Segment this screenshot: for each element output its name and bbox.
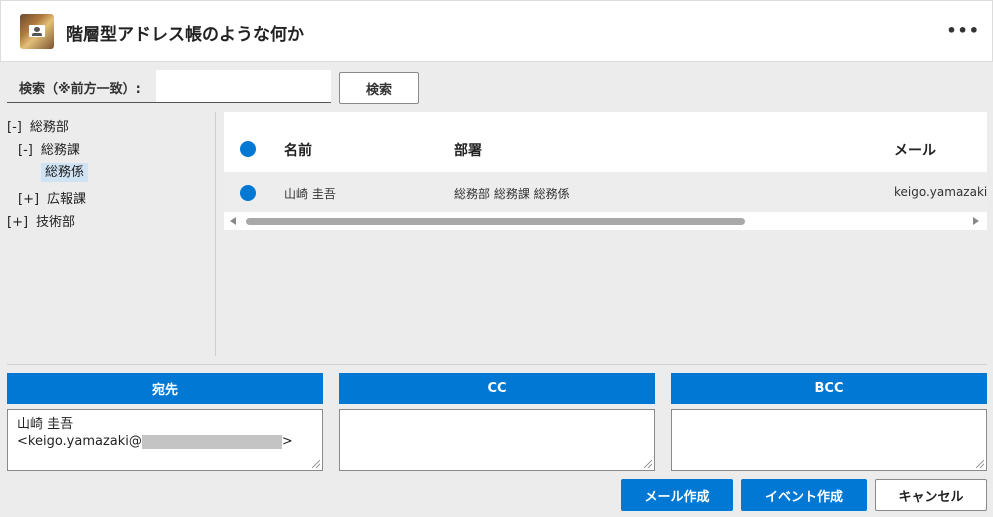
bcc-recipients-field[interactable] bbox=[671, 409, 987, 471]
create-event-button[interactable]: イベント作成 bbox=[741, 479, 867, 511]
resize-handle-icon[interactable] bbox=[644, 460, 652, 468]
tree-node-label: 総務課 bbox=[40, 143, 80, 158]
add-to-button[interactable]: 宛先 bbox=[7, 373, 323, 404]
tree-node-label: 総務部 bbox=[29, 120, 69, 135]
cell-name: 山崎 圭吾 bbox=[284, 187, 336, 201]
expand-toggle[interactable]: [+] bbox=[18, 192, 39, 207]
cancel-button[interactable]: キャンセル bbox=[875, 479, 987, 511]
scrollbar-thumb[interactable] bbox=[246, 218, 745, 225]
column-header-department[interactable]: 部署 bbox=[454, 140, 482, 160]
add-cc-button[interactable]: CC bbox=[339, 373, 655, 404]
create-mail-button[interactable]: メール作成 bbox=[621, 479, 733, 511]
app-title: 階層型アドレス帳のような何か bbox=[66, 25, 304, 45]
tree-node-label: 技術部 bbox=[36, 215, 76, 230]
to-recipients-field[interactable]: 山崎 圭吾 <keigo.yamazaki@ > bbox=[7, 409, 323, 471]
collapse-toggle[interactable]: [-] bbox=[18, 143, 33, 158]
tree-node-label: 広報課 bbox=[47, 192, 87, 207]
email-prefix: <keigo.yamazaki@ bbox=[17, 434, 142, 449]
table-row[interactable]: 山崎 圭吾 総務部 総務課 総務係 keigo.yamazaki@ bbox=[224, 172, 987, 212]
search-button[interactable]: 検索 bbox=[339, 72, 419, 104]
pane-divider bbox=[215, 112, 216, 356]
cell-department: 総務部 総務課 総務係 bbox=[454, 187, 570, 201]
to-recipient-name: 山崎 圭吾 bbox=[17, 417, 74, 432]
cell-email: keigo.yamazaki@ bbox=[894, 185, 987, 199]
search-input[interactable] bbox=[156, 70, 331, 102]
column-header-email[interactable]: メール bbox=[894, 140, 936, 160]
tree-node-gijutsu-bu[interactable]: [+] 技術部 bbox=[7, 211, 75, 230]
grid-header: 名前 部署 メール bbox=[224, 112, 987, 172]
redacted-domain bbox=[141, 434, 282, 449]
tree-node-soumu-bu[interactable]: [-] 総務部 bbox=[7, 116, 69, 135]
to-recipient-email: <keigo.yamazaki@ > bbox=[17, 433, 313, 450]
resize-handle-icon[interactable] bbox=[976, 460, 984, 468]
expand-toggle[interactable]: [+] bbox=[7, 215, 28, 230]
org-tree: [-] 総務部 [-] 総務課 総務係 [+] 広報課 [+] 技術部 bbox=[0, 110, 215, 356]
tree-node-label: 総務係 bbox=[41, 163, 89, 182]
more-options-button[interactable]: ••• bbox=[946, 21, 980, 40]
add-bcc-button[interactable]: BCC bbox=[671, 373, 987, 404]
email-suffix: > bbox=[281, 434, 293, 449]
collapse-toggle[interactable]: [-] bbox=[7, 120, 22, 135]
row-select-checkbox[interactable] bbox=[240, 185, 256, 201]
tree-node-soumu-ka[interactable]: [-] 総務課 bbox=[18, 139, 80, 158]
cc-recipients-field[interactable] bbox=[339, 409, 655, 471]
contact-grid: 名前 部署 メール 山崎 圭吾 総務部 総務課 総務係 keigo.yamaza… bbox=[224, 112, 987, 230]
scroll-left-arrow-icon[interactable] bbox=[230, 217, 236, 225]
horizontal-scrollbar[interactable] bbox=[224, 212, 987, 230]
resize-handle-icon[interactable] bbox=[312, 460, 320, 468]
select-all-checkbox[interactable] bbox=[240, 141, 256, 157]
scroll-right-arrow-icon[interactable] bbox=[973, 217, 979, 225]
tree-node-kouhou-ka[interactable]: [+] 広報課 bbox=[18, 188, 86, 207]
section-divider bbox=[7, 364, 987, 365]
tree-node-soumu-kakari[interactable]: 総務係 bbox=[41, 161, 89, 182]
address-book-icon bbox=[20, 14, 54, 49]
title-bar: 階層型アドレス帳のような何か ••• bbox=[0, 0, 993, 62]
search-underline bbox=[7, 102, 331, 103]
search-label: 検索（※前方一致）: bbox=[19, 82, 141, 97]
column-header-name[interactable]: 名前 bbox=[284, 140, 312, 160]
